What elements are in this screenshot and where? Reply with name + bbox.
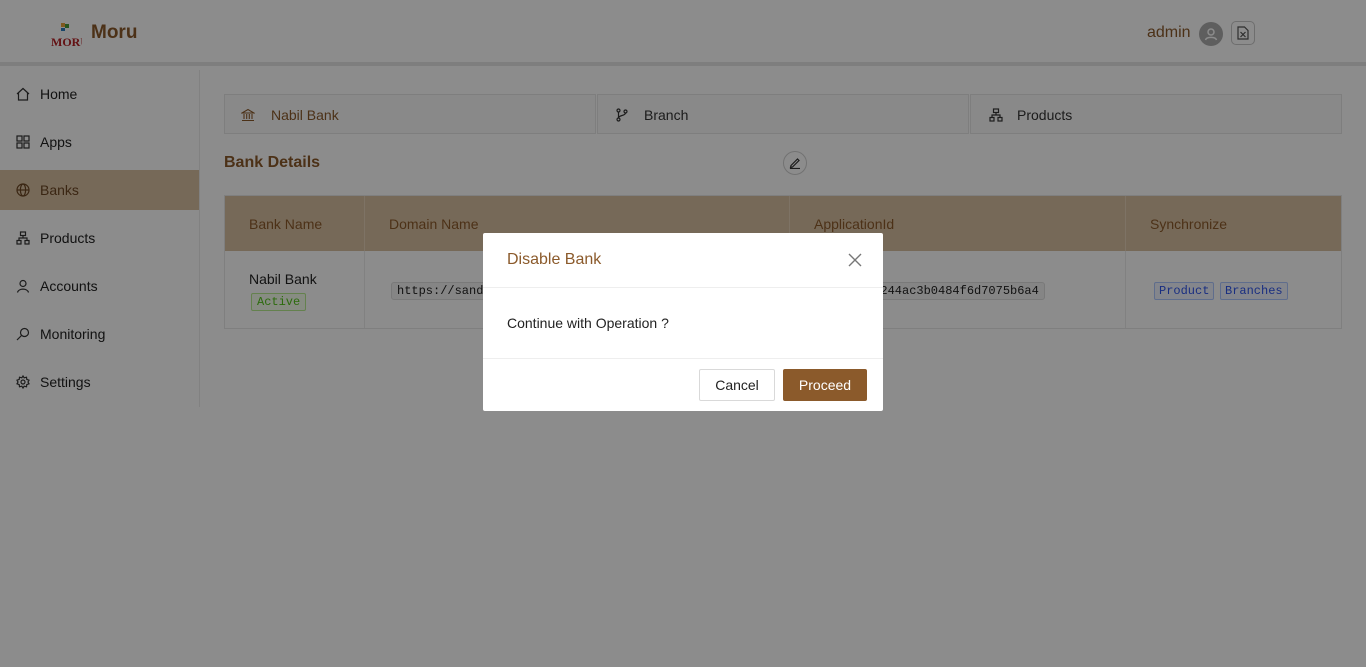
disable-bank-dialog: Disable Bank Continue with Operation ? C… <box>483 233 883 411</box>
modal-header: Disable Bank <box>483 233 883 288</box>
close-icon[interactable] <box>847 252 863 268</box>
proceed-button[interactable]: Proceed <box>783 369 867 401</box>
cancel-button[interactable]: Cancel <box>699 369 775 401</box>
modal-footer: Cancel Proceed <box>483 358 883 411</box>
modal-message: Continue with Operation ? <box>507 315 669 331</box>
modal-title: Disable Bank <box>507 251 602 268</box>
